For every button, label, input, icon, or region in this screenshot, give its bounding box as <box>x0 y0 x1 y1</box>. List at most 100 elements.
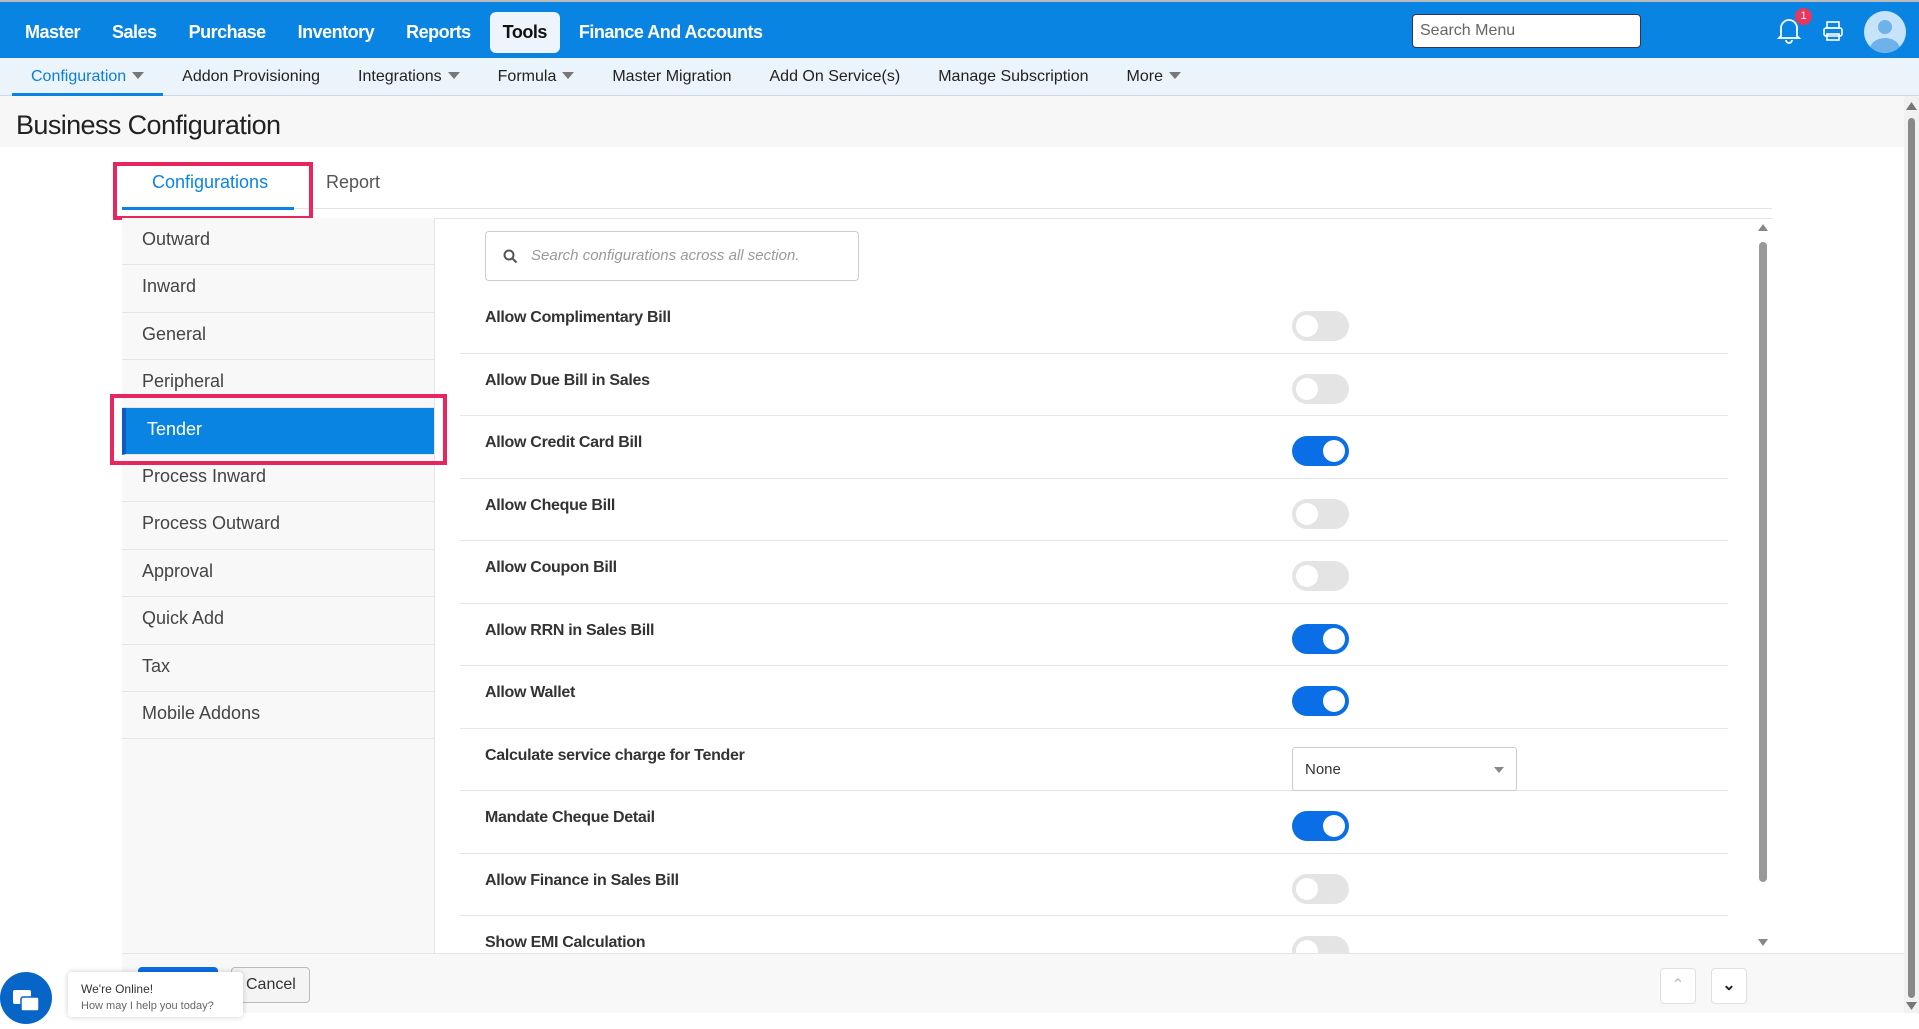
subnav-label: Addon Provisioning <box>182 68 321 85</box>
sidebar-item-process-outward[interactable]: Process Outward <box>122 502 434 550</box>
caret-down-icon <box>562 72 575 79</box>
config-row: Allow Credit Card Bill <box>460 416 1728 479</box>
search-icon <box>503 249 518 264</box>
page-header: Business Configuration <box>0 96 1904 147</box>
config-row: Allow Coupon Bill <box>460 541 1728 604</box>
config-toggle[interactable] <box>1292 873 1349 904</box>
config-label: Allow Coupon Bill <box>485 559 617 576</box>
config-row: Allow Wallet <box>460 666 1728 729</box>
main-nav: Master Sales Purchase Inventory Reports Tools… <box>12 12 776 53</box>
config-search-input[interactable]: Search configurations across all section… <box>485 231 859 281</box>
scroll-down-button[interactable]: ⌄ <box>1711 968 1747 1004</box>
sidebar-item-mobile-addons[interactable]: Mobile Addons <box>122 692 434 740</box>
highlight-box <box>110 394 447 465</box>
config-label: Allow Finance in Sales Bill <box>485 871 679 889</box>
config-label: Mandate Cheque Detail <box>485 809 655 826</box>
chevron-up-icon: ⌃ <box>1671 977 1685 994</box>
config-sidebar: Outward Inward General Peripheral Tender Proc… <box>122 218 435 953</box>
chat-title: We're Online! <box>81 982 154 996</box>
config-row: Calculate service charge for Tender None <box>460 729 1728 791</box>
config-row: Allow Due Bill in Sales <box>460 354 1728 416</box>
subnav-label: Master Migration <box>612 68 732 85</box>
subnav-manage-subscription[interactable]: Manage Subscription <box>919 58 1107 96</box>
subnav-label: Integrations <box>358 68 442 85</box>
page-title: Business Configuration <box>16 110 281 140</box>
nav-finance-and-accounts[interactable]: Finance And Accounts <box>566 12 776 53</box>
nav-reports[interactable]: Reports <box>393 12 484 53</box>
tab-report[interactable]: Report <box>326 172 380 193</box>
panel-scrollbar[interactable] <box>1756 222 1770 950</box>
printer-icon[interactable] <box>1822 20 1844 42</box>
config-row: Mandate Cheque Detail <box>460 791 1728 854</box>
config-row: Allow Finance in Sales Bill <box>460 854 1728 916</box>
sidebar-item-quick-add[interactable]: Quick Add <box>122 597 434 645</box>
config-row: Allow Cheque Bill <box>460 479 1728 541</box>
caret-down-icon <box>1494 766 1504 773</box>
subnav-label: Add On Service(s) <box>769 68 901 85</box>
service-charge-select[interactable]: None <box>1292 746 1517 791</box>
config-label: Show EMI Calculation <box>485 934 646 951</box>
config-label: Allow Cheque Bill <box>485 496 616 514</box>
search-menu-input[interactable]: Search Menu <box>1412 14 1641 48</box>
caret-down-icon <box>132 72 145 79</box>
config-toggle[interactable] <box>1292 561 1349 591</box>
config-row: Show EMI Calculation <box>460 916 1728 953</box>
footer-bar: Cancel ⌃ ⌄ <box>122 953 1904 1013</box>
subnav-addon-provisioning[interactable]: Addon Provisioning <box>163 58 339 96</box>
config-toggle[interactable] <box>1292 686 1349 716</box>
config-label: Allow Credit Card Bill <box>485 434 642 451</box>
page-scrollbar[interactable] <box>1904 96 1919 1013</box>
subnav-configuration[interactable]: Configuration <box>12 58 164 96</box>
config-toggle[interactable] <box>1292 373 1349 404</box>
config-label: Calculate service charge for Tender <box>485 746 745 764</box>
notification-badge: 1 <box>1795 8 1812 25</box>
chat-popup[interactable]: We're Online! How may I help you today? <box>68 972 243 1017</box>
chat-button[interactable] <box>0 972 52 1024</box>
config-label: Allow Due Bill in Sales <box>485 371 650 389</box>
search-placeholder: Search configurations across all section… <box>531 247 800 264</box>
subnav-formula[interactable]: Formula <box>479 58 594 96</box>
config-toggle[interactable] <box>1292 623 1349 654</box>
select-value: None <box>1305 760 1341 778</box>
sidebar-item-inward[interactable]: Inward <box>122 265 434 313</box>
subnav-label: Configuration <box>31 68 127 85</box>
config-label: Allow Complimentary Bill <box>485 309 671 326</box>
config-panel: Search configurations across all section… <box>435 218 1772 953</box>
sidebar-item-tax[interactable]: Tax <box>122 645 434 692</box>
config-label: Allow Wallet <box>485 684 576 701</box>
config-toggle[interactable] <box>1292 436 1349 466</box>
config-toggle[interactable] <box>1292 936 1349 953</box>
config-row: Allow RRN in Sales Bill <box>460 604 1728 666</box>
nav-master[interactable]: Master <box>12 12 93 53</box>
subnav-label: Formula <box>497 68 557 85</box>
config-label: Allow RRN in Sales Bill <box>485 621 655 639</box>
chevron-down-icon: ⌄ <box>1722 977 1736 994</box>
config-toggle[interactable] <box>1292 311 1349 341</box>
caret-down-icon <box>447 72 460 79</box>
nav-tools[interactable]: Tools <box>489 12 560 53</box>
subnav-label: More <box>1126 68 1163 85</box>
highlight-box <box>113 162 313 220</box>
nav-sales[interactable]: Sales <box>99 12 170 53</box>
subnav-add-on-service-s-[interactable]: Add On Service(s) <box>751 58 920 96</box>
config-toggle[interactable] <box>1292 498 1349 529</box>
config-toggle[interactable] <box>1292 811 1349 841</box>
caret-down-icon <box>1168 72 1181 79</box>
tab-bar: Configurations Report <box>122 162 1772 210</box>
subnav-master-migration[interactable]: Master Migration <box>593 58 750 96</box>
subnav-integrations[interactable]: Integrations <box>339 58 479 96</box>
subnav-more[interactable]: More <box>1108 58 1200 96</box>
nav-purchase[interactable]: Purchase <box>176 12 279 53</box>
nav-inventory[interactable]: Inventory <box>285 12 388 53</box>
chat-icon <box>13 990 40 1012</box>
sidebar-item-outward[interactable]: Outward <box>122 218 434 266</box>
scroll-up-button[interactable]: ⌃ <box>1660 968 1696 1004</box>
chat-subtitle: How may I help you today? <box>81 1000 214 1012</box>
user-avatar[interactable] <box>1864 11 1906 53</box>
subnav-label: Manage Subscription <box>938 68 1089 85</box>
top-bar: Master Sales Purchase Inventory Reports Tools… <box>0 0 1919 58</box>
sidebar-item-general[interactable]: General <box>122 313 434 361</box>
sidebar-item-approval[interactable]: Approval <box>122 550 434 598</box>
config-row: Allow Complimentary Bill <box>460 291 1728 354</box>
sub-nav: Configuration Addon Provisioning Integrati… <box>0 58 1919 96</box>
